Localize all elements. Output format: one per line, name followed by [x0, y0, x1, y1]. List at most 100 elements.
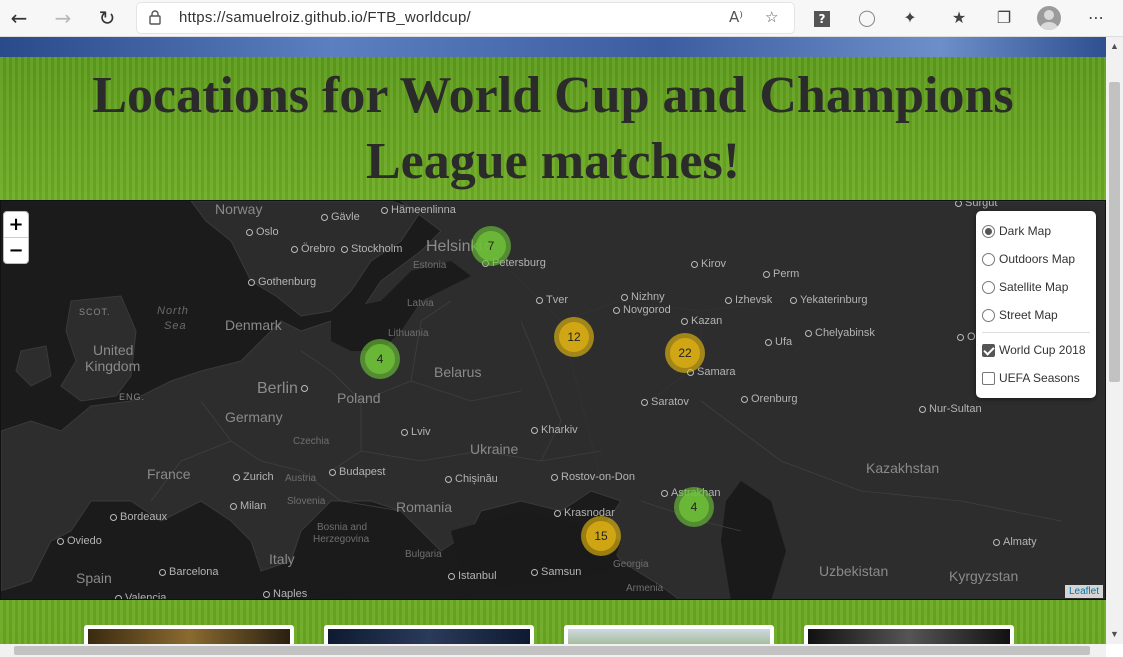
back-icon[interactable]: ← — [6, 6, 32, 30]
map-label-lithuania: Lithuania — [388, 328, 429, 339]
map-label-samsun: Samsun — [531, 566, 581, 578]
marker-cluster[interactable]: 7 — [471, 226, 511, 266]
map-label-latvia: Latvia — [407, 298, 434, 309]
cluster-count: 12 — [559, 322, 589, 352]
page-body: Locations for World Cup and Champions Le… — [0, 37, 1106, 657]
extension-icon[interactable]: ◯ — [855, 6, 879, 30]
cluster-count: 4 — [365, 344, 395, 374]
map-label-kharkiv: Kharkiv — [531, 424, 578, 436]
map-label-orebro: Örebro — [291, 243, 335, 255]
map-label-milan: Milan — [230, 500, 266, 512]
layer-label: Dark Map — [999, 224, 1052, 238]
map-label-orenburg: Orenburg — [741, 393, 797, 405]
leaflet-map[interactable]: Norway Gävle Hämeenlinna Surgut Oslo Öre… — [0, 200, 1106, 600]
forward-icon[interactable]: → — [50, 6, 76, 30]
map-label-scot: SCOT. — [79, 307, 111, 317]
marker-cluster[interactable]: 4 — [360, 339, 400, 379]
favorite-add-icon[interactable]: ☆ — [765, 8, 778, 26]
scroll-up-icon[interactable]: ▲ — [1110, 41, 1119, 51]
map-label-norway: Norway — [215, 201, 263, 217]
horizontal-scrollbar[interactable] — [0, 644, 1106, 657]
map-base-layer — [1, 201, 1105, 599]
base-layer-dark[interactable]: Dark Map — [982, 217, 1090, 245]
scrollbar-thumb[interactable] — [14, 646, 1090, 655]
map-label-ukraine: Ukraine — [470, 441, 519, 457]
map-label-sea: Sea — [164, 320, 187, 332]
layer-label: UEFA Seasons — [999, 371, 1080, 385]
map-label-oviedo: Oviedo — [57, 535, 102, 547]
zoom-in-button[interactable]: + — [4, 212, 28, 238]
map-label-herzegovina: Herzegovina — [313, 534, 370, 545]
map-label-nursultan: Nur-Sultan — [919, 403, 982, 415]
radio-button[interactable] — [982, 280, 995, 294]
url-text[interactable]: https://samuelroiz.github.io/FTB_worldcu… — [179, 9, 471, 26]
map-label-kirov: Kirov — [691, 258, 726, 270]
map-label-uzbekistan: Uzbekistan — [819, 563, 889, 579]
marker-cluster[interactable]: 15 — [581, 516, 621, 556]
base-layer-street[interactable]: Street Map — [982, 301, 1090, 329]
map-label-north: North — [157, 305, 189, 317]
refresh-icon[interactable]: ↻ — [94, 6, 120, 30]
marker-cluster[interactable]: 12 — [554, 317, 594, 357]
base-layer-satellite[interactable]: Satellite Map — [982, 273, 1090, 301]
layer-label: Satellite Map — [999, 280, 1069, 294]
radio-button[interactable] — [982, 308, 995, 322]
scroll-down-icon[interactable]: ▼ — [1110, 629, 1119, 639]
puzzle-icon[interactable]: ✦ — [898, 6, 922, 30]
map-label-gavle: Gävle — [321, 211, 360, 223]
map-label-gothenburg: Gothenburg — [248, 276, 316, 288]
map-label-kazan: Kazan — [681, 315, 722, 327]
map-label-almaty: Almaty — [993, 536, 1037, 548]
profile-avatar[interactable] — [1037, 6, 1061, 30]
map-label-italy: Italy — [269, 551, 295, 567]
map-label-chisinau: Chișinău — [445, 473, 498, 485]
leaflet-attribution-link[interactable]: Leaflet — [1064, 585, 1103, 598]
map-label-eng: ENG. — [119, 392, 146, 402]
checkbox[interactable] — [982, 371, 995, 385]
map-label-stockholm: Stockholm — [341, 243, 402, 255]
layer-label: Street Map — [999, 308, 1058, 322]
map-label-kyrgyzstan: Kyrgyzstan — [949, 568, 1019, 584]
collections-icon[interactable]: ❐ — [992, 6, 1016, 30]
map-label-france: France — [147, 466, 191, 482]
map-label-slovenia: Slovenia — [287, 496, 326, 507]
base-layer-outdoors[interactable]: Outdoors Map — [982, 245, 1090, 273]
radio-button[interactable] — [982, 224, 995, 238]
map-label-kingdom: Kingdom — [85, 358, 141, 374]
cluster-count: 22 — [670, 338, 700, 368]
map-label-barcelona: Barcelona — [159, 566, 219, 578]
marker-cluster[interactable]: 4 — [674, 487, 714, 527]
map-label-valencia: Valencia — [115, 592, 166, 599]
map-label-hameenlinna: Hämeenlinna — [381, 204, 456, 216]
map-label-lviv: Lviv — [401, 426, 431, 438]
scrollbar-thumb[interactable] — [1109, 82, 1120, 382]
page-title: Locations for World Cup and Champions Le… — [92, 67, 1014, 190]
overlay-world-cup[interactable]: World Cup 2018 — [982, 336, 1090, 364]
overlay-uefa-seasons[interactable]: UEFA Seasons — [982, 364, 1090, 392]
map-label-zurich: Zurich — [233, 471, 274, 483]
map-label-kazakhstan: Kazakhstan — [866, 460, 940, 476]
map-label-rostov: Rostov-on-Don — [551, 471, 635, 483]
marker-cluster[interactable]: 22 — [665, 333, 705, 373]
map-label-poland: Poland — [337, 390, 381, 406]
map-label-istanbul: Istanbul — [448, 570, 497, 582]
map-label-bordeaux: Bordeaux — [110, 511, 167, 523]
layer-separator — [982, 332, 1090, 333]
more-menu-icon[interactable]: ⋯ — [1084, 6, 1108, 30]
favorites-icon[interactable]: ★ — [947, 6, 971, 30]
map-label-georgia: Georgia — [613, 559, 649, 570]
read-aloud-icon[interactable]: A⁾ — [729, 8, 743, 26]
zoom-out-button[interactable]: − — [4, 238, 28, 264]
radio-button[interactable] — [982, 252, 995, 266]
lock-icon — [149, 10, 161, 25]
map-label-berlin: Berlin — [257, 380, 308, 398]
vertical-scrollbar[interactable]: ▲ ▼ — [1106, 37, 1123, 644]
address-bar[interactable]: https://samuelroiz.github.io/FTB_worldcu… — [137, 3, 794, 33]
map-label-bulgaria: Bulgaria — [405, 549, 442, 560]
map-label-czechia: Czechia — [293, 436, 330, 447]
map-label-izhevsk: Izhevsk — [725, 294, 772, 306]
map-label-budapest: Budapest — [329, 466, 385, 478]
checkbox[interactable] — [982, 343, 995, 357]
layer-label: World Cup 2018 — [999, 343, 1086, 357]
help-icon[interactable]: ? — [810, 6, 834, 30]
